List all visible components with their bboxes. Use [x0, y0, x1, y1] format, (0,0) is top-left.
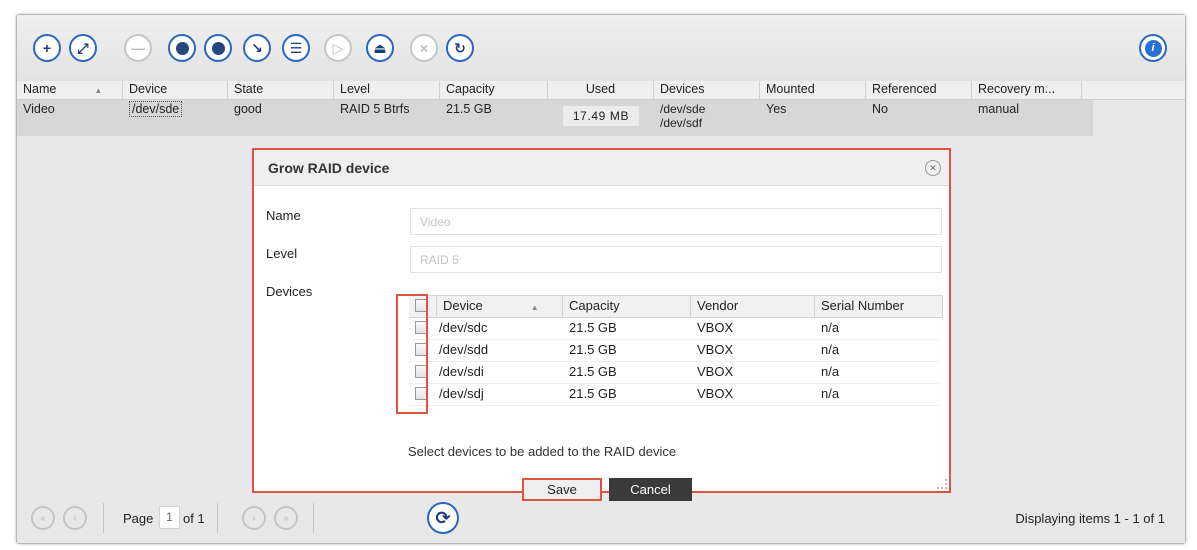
- list-item[interactable]: /dev/sdj 21.5 GB VBOX n/a: [409, 384, 939, 406]
- cell-vendor: VBOX: [697, 320, 734, 335]
- devices-grid-header: Device ▲ Capacity Vendor Serial Number: [409, 295, 943, 318]
- col-referenced[interactable]: Referenced: [866, 81, 972, 99]
- page-count: of 1: [183, 511, 205, 526]
- cell-capacity: 21.5 GB: [569, 364, 617, 379]
- col-device[interactable]: Device: [123, 81, 228, 99]
- cell-device: /dev/sde: [123, 100, 228, 136]
- cell-used: 17.49 MB: [548, 100, 654, 136]
- name-field[interactable]: [410, 208, 942, 235]
- col-devices[interactable]: Devices: [654, 81, 760, 99]
- prev-page-icon[interactable]: ‹: [63, 506, 87, 530]
- separator: [313, 503, 314, 533]
- cell-device: /dev/sdj: [439, 386, 484, 401]
- devices-label: Devices: [266, 284, 313, 299]
- database-icon[interactable]: [204, 34, 232, 62]
- cell-device: /dev/sdd: [439, 342, 489, 357]
- first-page-icon[interactable]: «: [31, 506, 55, 530]
- last-page-icon[interactable]: »: [274, 506, 298, 530]
- cell-serial: n/a: [821, 342, 840, 357]
- col-device[interactable]: Device ▲: [437, 296, 563, 317]
- cell-recovery: manual: [978, 102, 1019, 116]
- add-icon[interactable]: +: [33, 34, 61, 62]
- cell-vendor: VBOX: [697, 386, 734, 401]
- grid-header: Name ▲ Device State Level Capacity Used D…: [17, 81, 1185, 100]
- cell-mounted: Yes: [766, 102, 787, 116]
- cell-vendor: VBOX: [697, 364, 734, 379]
- cell-device: /dev/sdi: [439, 364, 484, 379]
- cell-capacity: 21.5 GB: [569, 320, 617, 335]
- col-serial-number[interactable]: Serial Number: [815, 296, 943, 317]
- separator: [103, 503, 104, 533]
- name-label: Name: [266, 208, 301, 223]
- cell-name: Video: [23, 102, 55, 116]
- cell-level: RAID 5 Btrfs: [340, 102, 410, 116]
- minus-icon[interactable]: —: [124, 34, 152, 62]
- cell-capacity: 21.5 GB: [569, 342, 617, 357]
- devices-grid: Device ▲ Capacity Vendor Serial Number /d…: [409, 295, 945, 415]
- level-field[interactable]: [410, 246, 942, 273]
- col-capacity[interactable]: Capacity: [440, 81, 548, 99]
- list-item[interactable]: /dev/sdc 21.5 GB VBOX n/a: [409, 318, 939, 340]
- resize-handle[interactable]: [937, 479, 947, 489]
- info-icon[interactable]: i: [1139, 34, 1167, 62]
- dialog-close-icon[interactable]: ✕: [925, 160, 941, 176]
- grow-raid-dialog: Grow RAID device ✕ Name Level Devices De…: [252, 148, 951, 501]
- eject-icon[interactable]: ⏏: [366, 34, 394, 62]
- cell-serial: n/a: [821, 320, 840, 335]
- cell-devices: /dev/sde/dev/sdf: [660, 102, 706, 130]
- cell-device: /dev/sdc: [439, 320, 488, 335]
- col-mounted[interactable]: Mounted: [760, 81, 866, 99]
- puzzle-icon[interactable]: [168, 34, 196, 62]
- col-state[interactable]: State: [228, 81, 334, 99]
- cancel-button[interactable]: Cancel: [609, 478, 692, 501]
- level-label: Level: [266, 246, 298, 261]
- cell-capacity: 21.5 GB: [446, 102, 492, 116]
- page-label: Page: [123, 511, 154, 526]
- cell-vendor: VBOX: [697, 342, 734, 357]
- expand-icon[interactable]: ⤢: [69, 34, 97, 62]
- col-level[interactable]: Level: [334, 81, 440, 99]
- col-name[interactable]: Name ▲: [17, 81, 123, 99]
- cell-state: good: [234, 102, 262, 116]
- cell-referenced: No: [872, 102, 888, 116]
- table-row[interactable]: Video /dev/sde good RAID 5 Btrfs 21.5 GB…: [17, 100, 1093, 136]
- col-vendor[interactable]: Vendor: [691, 296, 815, 317]
- toolbar: + ⤢ — ↘ ☰ ▷ ⏏ × ↻ i: [17, 15, 1185, 82]
- refresh-icon[interactable]: ⟳: [427, 502, 459, 534]
- close-icon[interactable]: ×: [410, 34, 438, 62]
- col-used[interactable]: Used: [548, 81, 654, 99]
- col-capacity[interactable]: Capacity: [563, 296, 691, 317]
- list-icon[interactable]: ☰: [282, 34, 310, 62]
- wrench-icon[interactable]: ↘: [243, 34, 271, 62]
- next-page-icon[interactable]: ›: [242, 506, 266, 530]
- cell-serial: n/a: [821, 364, 840, 379]
- checkbox-highlight: [396, 294, 428, 414]
- hint-text: Select devices to be added to the RAID d…: [408, 444, 677, 459]
- separator: [217, 503, 218, 533]
- raid-devices-panel: + ⤢ — ↘ ☰ ▷ ⏏ × ↻ i Name ▲ Device State L…: [16, 14, 1186, 544]
- display-summary: Displaying items 1 - 1 of 1: [1015, 511, 1165, 526]
- play-icon[interactable]: ▷: [324, 34, 352, 62]
- cell-capacity: 21.5 GB: [569, 386, 617, 401]
- recover-icon[interactable]: ↻: [446, 34, 474, 62]
- dialog-title: Grow RAID device: [268, 160, 390, 176]
- list-item[interactable]: /dev/sdi 21.5 GB VBOX n/a: [409, 362, 939, 384]
- page-input[interactable]: 1: [159, 506, 180, 529]
- col-recovery[interactable]: Recovery m...: [972, 81, 1082, 99]
- list-item[interactable]: /dev/sdd 21.5 GB VBOX n/a: [409, 340, 939, 362]
- cell-serial: n/a: [821, 386, 840, 401]
- save-button[interactable]: Save: [522, 478, 602, 501]
- dialog-titlebar: Grow RAID device ✕: [254, 150, 949, 186]
